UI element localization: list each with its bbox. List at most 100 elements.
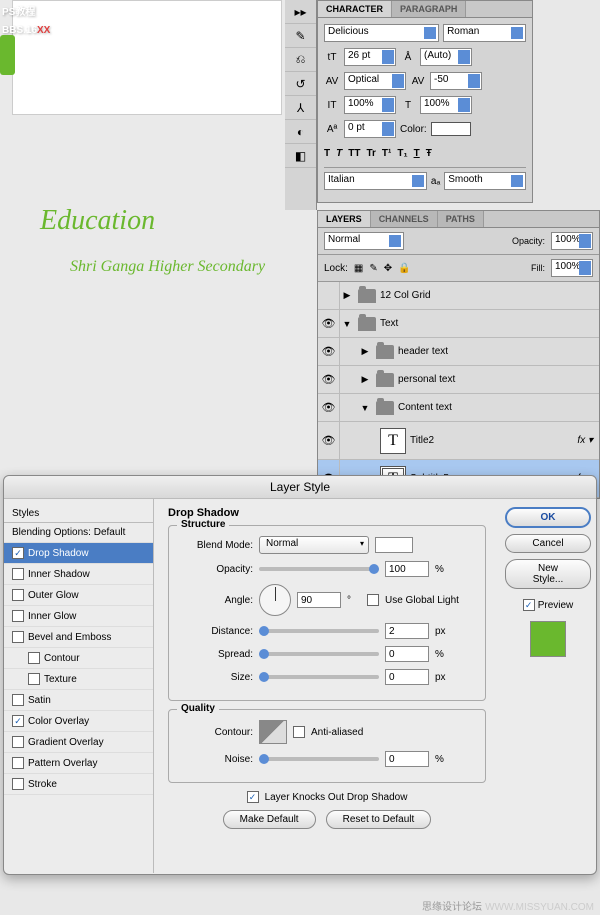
disclosure-arrow[interactable]: ▶	[358, 346, 372, 357]
style-checkbox[interactable]	[12, 778, 24, 790]
tab-character[interactable]: CHARACTER	[318, 1, 392, 17]
education-title[interactable]: Education	[40, 205, 155, 237]
reset-default-button[interactable]: Reset to Default	[326, 810, 432, 829]
style-item-pattern-overlay[interactable]: Pattern Overlay	[4, 753, 153, 774]
baseline-field[interactable]: 0 pt	[344, 120, 396, 138]
superscript[interactable]: T¹	[382, 148, 391, 159]
layer-row[interactable]: 👁 ▼ Text	[318, 310, 599, 338]
cancel-button[interactable]: Cancel	[505, 534, 591, 553]
visibility-icon[interactable]: 👁	[318, 422, 340, 459]
layer-row[interactable]: ▶ 12 Col Grid	[318, 282, 599, 310]
all-caps[interactable]: TT	[348, 148, 360, 159]
angle-dial[interactable]	[259, 584, 291, 616]
styles-header[interactable]: Styles	[4, 505, 153, 523]
leading-field[interactable]: (Auto)	[420, 48, 472, 66]
text-panel-icon[interactable]: ⅄	[285, 96, 316, 120]
vscale-field[interactable]: 100%	[344, 96, 396, 114]
new-style-button[interactable]: New Style...	[505, 559, 591, 589]
adjust-panel-icon[interactable]: ◧	[285, 144, 316, 168]
size-field[interactable]	[385, 669, 429, 685]
antialiased-checkbox[interactable]	[293, 726, 305, 738]
strikethrough[interactable]: Ŧ	[426, 148, 432, 159]
style-item-stroke[interactable]: Stroke	[4, 774, 153, 795]
style-checkbox[interactable]	[12, 694, 24, 706]
style-checkbox[interactable]	[12, 589, 24, 601]
angle-field[interactable]	[297, 592, 341, 608]
tab-paths[interactable]: PATHS	[438, 211, 484, 227]
tab-channels[interactable]: CHANNELS	[371, 211, 438, 227]
layer-row[interactable]: 👁 T Title2 fx ▾	[318, 422, 599, 460]
style-checkbox[interactable]	[28, 673, 40, 685]
noise-slider[interactable]	[259, 757, 379, 761]
style-item-inner-shadow[interactable]: Inner Shadow	[4, 564, 153, 585]
spread-field[interactable]	[385, 646, 429, 662]
opacity-field[interactable]	[385, 561, 429, 577]
style-item-contour[interactable]: Contour	[4, 648, 153, 669]
disclosure-arrow[interactable]: ▶	[340, 290, 354, 301]
spread-slider[interactable]	[259, 652, 379, 656]
tracking-field[interactable]: -50	[430, 72, 482, 90]
fx-badge[interactable]: fx ▾	[577, 435, 593, 446]
font-size-field[interactable]: 26 pt	[344, 48, 396, 66]
style-item-satin[interactable]: Satin	[4, 690, 153, 711]
subscript[interactable]: T₁	[397, 148, 407, 159]
style-item-gradient-overlay[interactable]: Gradient Overlay	[4, 732, 153, 753]
small-caps[interactable]: Tr	[366, 148, 375, 159]
style-checkbox[interactable]	[12, 757, 24, 769]
style-checkbox[interactable]	[12, 610, 24, 622]
blend-mode-select[interactable]: Normal	[324, 232, 404, 250]
lock-transparent-icon[interactable]: ▦	[354, 263, 363, 274]
noise-field[interactable]	[385, 751, 429, 767]
font-family-select[interactable]: Delicious	[324, 24, 439, 42]
swatch-panel-icon[interactable]: ◐	[285, 120, 316, 144]
antialias-select[interactable]: Smooth	[444, 172, 526, 190]
tab-layers[interactable]: LAYERS	[318, 211, 371, 227]
hscale-field[interactable]: 100%	[420, 96, 472, 114]
brush-panel-icon[interactable]: ✎	[285, 24, 316, 48]
education-subtitle[interactable]: Shri Ganga Higher Secondary	[70, 258, 265, 276]
visibility-icon[interactable]	[318, 282, 340, 309]
lock-all-icon[interactable]: 🔒	[398, 263, 410, 274]
style-checkbox[interactable]	[12, 547, 24, 559]
style-item-color-overlay[interactable]: Color Overlay	[4, 711, 153, 732]
opacity-slider[interactable]	[259, 567, 379, 571]
opacity-field[interactable]: 100%	[551, 232, 593, 250]
preview-checkbox[interactable]	[523, 599, 535, 611]
layer-row[interactable]: 👁 ▶ personal text	[318, 366, 599, 394]
global-light-checkbox[interactable]	[367, 594, 379, 606]
disclosure-arrow[interactable]: ▼	[358, 403, 372, 413]
style-item-texture[interactable]: Texture	[4, 669, 153, 690]
shadow-color-swatch[interactable]	[375, 537, 413, 553]
style-checkbox[interactable]	[12, 631, 24, 643]
size-slider[interactable]	[259, 675, 379, 679]
style-checkbox[interactable]	[28, 652, 40, 664]
visibility-icon[interactable]: 👁	[318, 394, 340, 421]
distance-field[interactable]	[385, 623, 429, 639]
panel-toggle-icon[interactable]: ▸▸	[285, 0, 316, 24]
ok-button[interactable]: OK	[505, 507, 591, 528]
layer-row[interactable]: 👁 ▶ header text	[318, 338, 599, 366]
knockout-checkbox[interactable]	[247, 791, 259, 803]
contour-picker[interactable]	[259, 720, 287, 744]
history-panel-icon[interactable]: ↺	[285, 72, 316, 96]
underline[interactable]: T	[414, 148, 420, 159]
language-select[interactable]: Italian	[324, 172, 427, 190]
kerning-field[interactable]: Optical	[344, 72, 406, 90]
faux-italic[interactable]: T	[336, 148, 342, 159]
visibility-icon[interactable]: 👁	[318, 310, 340, 337]
font-style-select[interactable]: Roman	[443, 24, 526, 42]
style-checkbox[interactable]	[12, 568, 24, 580]
style-item-outer-glow[interactable]: Outer Glow	[4, 585, 153, 606]
style-item-drop-shadow[interactable]: Drop Shadow	[4, 543, 153, 564]
blending-options-item[interactable]: Blending Options: Default	[4, 523, 153, 543]
disclosure-arrow[interactable]: ▼	[340, 319, 354, 329]
fill-field[interactable]: 100%	[551, 259, 593, 277]
lock-pixels-icon[interactable]: ✎	[369, 263, 377, 274]
visibility-icon[interactable]: 👁	[318, 338, 340, 365]
tab-paragraph[interactable]: PARAGRAPH	[392, 1, 466, 17]
style-item-inner-glow[interactable]: Inner Glow	[4, 606, 153, 627]
style-item-bevel-and-emboss[interactable]: Bevel and Emboss	[4, 627, 153, 648]
text-color-swatch[interactable]	[431, 122, 471, 136]
blend-mode-select[interactable]: Normal	[259, 536, 369, 554]
distance-slider[interactable]	[259, 629, 379, 633]
